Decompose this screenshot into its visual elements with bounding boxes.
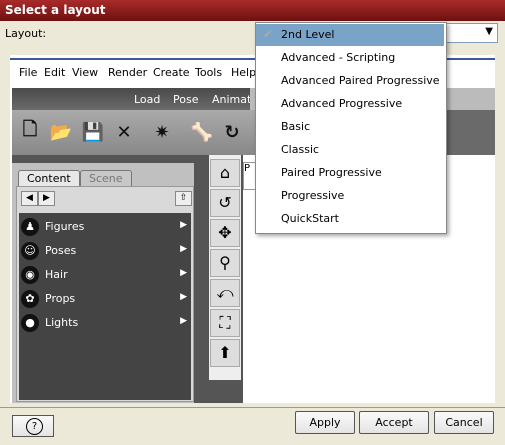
viewport-tab-label: P bbox=[244, 163, 251, 174]
category-label: Props bbox=[45, 292, 76, 305]
new-file-icon: 🗋 bbox=[22, 119, 38, 140]
dropdown-item-label: Advanced Progressive bbox=[281, 97, 403, 110]
accept-button[interactable]: Accept bbox=[359, 411, 429, 434]
chevron-right-icon: ▶ bbox=[180, 244, 187, 254]
category-label: Figures bbox=[45, 220, 85, 233]
list-item: ✿ Props ▶ bbox=[19, 287, 191, 311]
back-arrow-icon: ◀ bbox=[21, 191, 38, 206]
dropdown-item-basic[interactable]: Basic bbox=[256, 116, 444, 138]
cancel-button[interactable]: Cancel bbox=[434, 411, 494, 434]
close-icon: ✕ bbox=[116, 121, 132, 143]
help-button[interactable]: ? bbox=[12, 415, 54, 437]
orbit-icon: ↺ bbox=[210, 189, 240, 217]
category-label: Poses bbox=[45, 244, 77, 257]
list-item: ● Lights ▶ bbox=[19, 311, 191, 335]
pose-icon: ☺ bbox=[21, 242, 39, 260]
frame-icon: ⛶ bbox=[210, 309, 240, 337]
menu-edit: Edit bbox=[44, 66, 66, 79]
category-label: Hair bbox=[45, 268, 68, 281]
chevron-right-icon: ▶ bbox=[180, 292, 187, 302]
menu-tools: Tools bbox=[195, 66, 223, 79]
up-arrow-icon: ⬆ bbox=[210, 339, 240, 367]
dropdown-item-label: Basic bbox=[281, 120, 311, 133]
layout-label: Layout: bbox=[5, 27, 47, 40]
dialog-title: Select a layout bbox=[5, 3, 106, 17]
rotate-icon: ⤺ bbox=[210, 279, 240, 307]
button-bar: ? Apply Accept Cancel bbox=[5, 411, 499, 439]
title-bar: Select a layout bbox=[0, 0, 505, 21]
help-icon: ? bbox=[26, 418, 43, 435]
menu-file: File bbox=[19, 66, 38, 79]
lights-icon: ● bbox=[21, 314, 39, 332]
dropdown-arrow-icon[interactable]: ▼ bbox=[485, 26, 493, 37]
room-tab-load: Load bbox=[134, 93, 161, 106]
forward-arrow-icon: ▶ bbox=[38, 191, 55, 206]
list-item: ☺ Poses ▶ bbox=[19, 239, 191, 263]
dropdown-item-label: 2nd Level bbox=[281, 28, 335, 41]
up-folder-icon: ⇧ bbox=[175, 191, 192, 206]
figure-icon: ♟ bbox=[21, 218, 39, 236]
dropdown-item-label: Paired Progressive bbox=[281, 166, 382, 179]
list-item: ◉ Hair ▶ bbox=[19, 263, 191, 287]
menu-view: View bbox=[72, 66, 99, 79]
dropdown-item-label: Classic bbox=[281, 143, 320, 156]
dropdown-item-label: Advanced Paired Progressive bbox=[281, 74, 440, 87]
dropdown-item-classic[interactable]: Classic bbox=[256, 139, 444, 161]
dropdown-item-advanced-paired-progressive[interactable]: Advanced Paired Progressive bbox=[256, 70, 444, 92]
check-icon: ✔ bbox=[263, 27, 274, 41]
zoom-icon: ⚲ bbox=[210, 249, 240, 277]
hair-icon: ◉ bbox=[21, 266, 39, 284]
dropdown-item-quickstart[interactable]: QuickStart bbox=[256, 208, 444, 230]
viewport-tools: ⌂ ↺ ✥ ⚲ ⤺ ⛶ ⬆ bbox=[209, 155, 241, 380]
render-icon: ✷ bbox=[154, 121, 170, 143]
refresh-icon: ↻ bbox=[224, 121, 240, 143]
tab-scene: Scene bbox=[80, 170, 132, 187]
open-folder-icon: 📂 bbox=[49, 121, 73, 143]
category-label: Lights bbox=[45, 316, 79, 329]
separator bbox=[0, 407, 505, 408]
dropdown-item-label: Progressive bbox=[281, 189, 345, 202]
joint-tool-icon: 🦴 bbox=[190, 121, 214, 143]
dropdown-item-2nd-level[interactable]: ✔ 2nd Level bbox=[256, 24, 444, 46]
dropdown-item-advanced-progressive[interactable]: Advanced Progressive bbox=[256, 93, 444, 115]
chevron-right-icon: ▶ bbox=[180, 220, 187, 230]
category-list: ♟ Figures ▶ ☺ Poses ▶ ◉ Hair ▶ ✿ Props ▶… bbox=[19, 213, 191, 400]
list-item: ♟ Figures ▶ bbox=[19, 215, 191, 239]
menu-help: Help bbox=[231, 66, 257, 79]
apply-button[interactable]: Apply bbox=[295, 411, 355, 434]
props-icon: ✿ bbox=[21, 290, 39, 308]
dropdown-item-progressive[interactable]: Progressive bbox=[256, 185, 444, 207]
menu-render: Render bbox=[108, 66, 148, 79]
dropdown-item-paired-progressive[interactable]: Paired Progressive bbox=[256, 162, 444, 184]
tab-content: Content bbox=[18, 170, 80, 187]
layout-dropdown-list: ✔ 2nd Level Advanced - Scripting Advance… bbox=[255, 22, 447, 234]
save-icon: 💾 bbox=[81, 121, 105, 143]
chevron-right-icon: ▶ bbox=[180, 316, 187, 326]
room-tab-pose: Pose bbox=[173, 93, 199, 106]
dropdown-item-label: Advanced - Scripting bbox=[281, 51, 396, 64]
dropdown-item-label: QuickStart bbox=[281, 212, 339, 225]
camera-icon: ⌂ bbox=[210, 159, 240, 187]
dropdown-item-advanced-scripting[interactable]: Advanced - Scripting bbox=[256, 47, 444, 69]
move-icon: ✥ bbox=[210, 219, 240, 247]
menu-create: Create bbox=[153, 66, 190, 79]
chevron-right-icon: ▶ bbox=[180, 268, 187, 278]
